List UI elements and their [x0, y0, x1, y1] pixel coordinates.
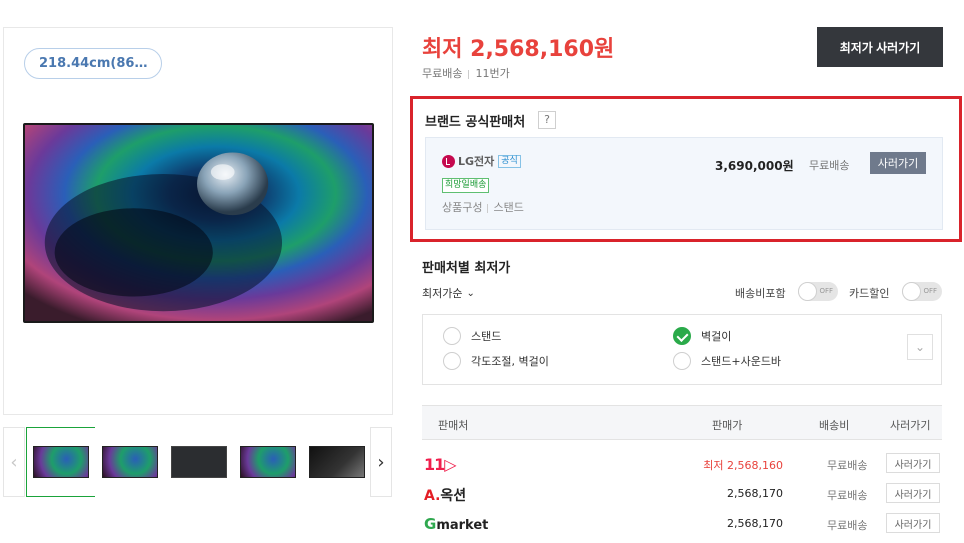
thumbnail-strip: ‹ › — [3, 427, 393, 497]
row-price: 2,568,170 — [727, 517, 783, 530]
product-main-image — [23, 123, 374, 323]
seller-logo-gmarket[interactable]: Gmarket — [424, 515, 488, 533]
thumb-back[interactable] — [164, 427, 234, 497]
chevron-down-icon: ⌄ — [466, 287, 475, 299]
option-label: 벽걸이 — [701, 330, 732, 343]
option-wallmount[interactable]: 벽걸이 — [673, 327, 731, 345]
help-icon[interactable]: ? — [538, 111, 556, 129]
thumb-peacock-1[interactable] — [26, 427, 96, 497]
sort-label: 최저가순 — [422, 287, 463, 300]
expand-options-button[interactable]: ⌄ — [907, 334, 933, 360]
option-stand-soundbar[interactable]: 스탠드+사운드바 — [673, 352, 781, 370]
brand-official-title: 브랜드 공식판매처 — [425, 115, 526, 130]
composition-value: 스탠드 — [493, 201, 524, 214]
col-shipping: 배송비 — [819, 419, 850, 432]
shipping-toggle-label: 배송비포함 — [735, 287, 786, 300]
row-buy-button[interactable]: 사러가기 — [886, 453, 940, 473]
row-buy-button[interactable]: 사러가기 — [886, 513, 940, 533]
card-toggle[interactable]: OFF — [902, 282, 942, 301]
row-shipping: 무료배송 — [827, 459, 868, 472]
price-subinfo: 무료배송 11번가 — [422, 65, 510, 81]
buy-lowest-button[interactable]: 최저가 사러가기 — [817, 27, 943, 67]
toggle-off-text: OFF — [819, 287, 833, 295]
sellers-table-header: 판매처 판매가 배송비 사러가기 — [422, 405, 942, 440]
lowest-price: 최저 2,568,160원 — [422, 37, 615, 62]
lowest-seller-label: 11번가 — [475, 67, 510, 80]
chevron-down-icon: ⌄ — [914, 340, 926, 354]
product-image-panel: 218.44cm(86… — [3, 27, 393, 415]
row-shipping: 무료배송 — [827, 519, 868, 532]
hope-delivery-tag: 희망일배송 — [442, 178, 490, 193]
row-price: 최저 2,568,160 — [703, 459, 783, 472]
row-price: 2,568,170 — [727, 487, 783, 500]
sort-dropdown[interactable]: 최저가순 ⌄ — [422, 285, 475, 301]
seller-logo-11st[interactable]: 11▷ — [424, 455, 457, 474]
thumb-prev-arrow-icon[interactable]: ‹ — [3, 427, 25, 497]
option-label: 각도조절, 벽걸이 — [471, 355, 549, 368]
radio-icon — [673, 352, 691, 370]
composition-label: 상품구성 — [442, 201, 483, 214]
seller-logo-auction[interactable]: A.옥션 — [424, 485, 466, 505]
col-buy: 사러가기 — [890, 419, 931, 432]
brand-shipping: 무료배송 — [809, 159, 850, 172]
product-composition: 상품구성 스탠드 — [442, 199, 524, 215]
brand-official-card: LG전자 공식 희망일배송 상품구성 스탠드 3,690,000원 무료배송 사러… — [425, 137, 943, 230]
table-row: Gmarket 2,568,170 무료배송 사러가기 — [422, 509, 942, 539]
size-option-chip[interactable]: 218.44cm(86… — [24, 48, 163, 79]
radio-icon — [443, 352, 461, 370]
store-name: LG전자 — [458, 155, 495, 168]
thumb-next-arrow-icon[interactable]: › — [370, 427, 392, 497]
option-label: 스탠드 — [471, 330, 502, 343]
card-toggle-label: 카드할인 — [849, 287, 890, 300]
option-label: 스탠드+사운드바 — [701, 355, 782, 368]
table-row: A.옥션 2,568,170 무료배송 사러가기 — [422, 479, 942, 509]
shipping-toggle[interactable]: OFF — [798, 282, 838, 301]
thumb-peacock-3[interactable] — [233, 427, 303, 497]
lg-logo-icon — [442, 154, 455, 168]
thumb-side[interactable] — [302, 427, 372, 497]
brand-buy-button[interactable]: 사러가기 — [870, 152, 926, 174]
table-row: 11▷ 최저 2,568,160 무료배송 사러가기 — [422, 449, 942, 479]
thumb-peacock-2[interactable] — [95, 427, 165, 497]
option-angle-wallmount[interactable]: 각도조절, 벽걸이 — [443, 352, 549, 370]
option-stand[interactable]: 스탠드 — [443, 327, 501, 345]
check-icon — [673, 327, 691, 345]
col-seller: 판매처 — [438, 419, 469, 432]
radio-icon — [443, 327, 461, 345]
option-filter-box: 스탠드 벽걸이 각도조절, 벽걸이 스탠드+사운드바 ⌄ — [422, 314, 942, 385]
free-shipping-label: 무료배송 — [422, 67, 463, 80]
lg-store-logo: LG전자 공식 — [442, 153, 521, 169]
sellers-title: 판매처별 최저가 — [422, 261, 511, 276]
official-badge: 공식 — [498, 154, 521, 168]
row-buy-button[interactable]: 사러가기 — [886, 483, 940, 503]
row-shipping: 무료배송 — [827, 489, 868, 502]
toggle-knob — [902, 282, 921, 301]
toggle-knob — [798, 282, 817, 301]
col-price: 판매가 — [712, 419, 743, 432]
toggle-off-text: OFF — [923, 287, 937, 295]
price-comparison-panel: 최저 2,568,160원 무료배송 11번가 최저가 사러가기 브랜드 공식판매… — [410, 0, 962, 543]
brand-price: 3,690,000원 — [715, 159, 794, 173]
brand-official-section: 브랜드 공식판매처 ? LG전자 공식 희망일배송 상품구성 스탠드 3,690,… — [410, 96, 962, 242]
